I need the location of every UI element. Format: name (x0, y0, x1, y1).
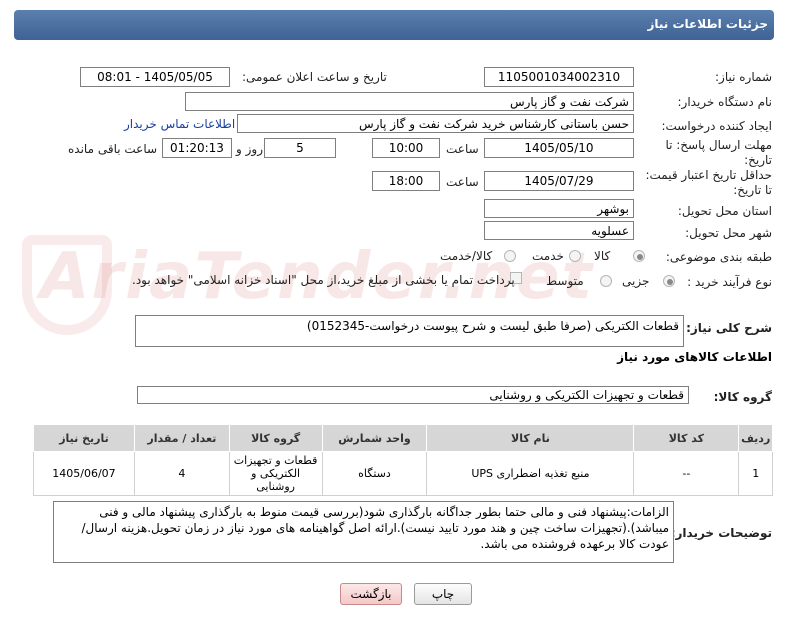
process-radio-minor[interactable] (663, 275, 675, 287)
col-row: ردیف (738, 424, 773, 452)
need-number-field: 1105001034002310 (484, 67, 634, 87)
process-label: نوع فرآیند خرید : (687, 275, 772, 289)
goods-group-label: گروه کالا: (713, 390, 772, 404)
days-count-field: 5 (264, 138, 336, 158)
buyer-org-label: نام دستگاه خریدار: (677, 95, 773, 109)
province-field: بوشهر (484, 199, 634, 218)
treasury-payment-note: پرداخت تمام یا بخشی از مبلغ خرید،از محل … (132, 273, 515, 287)
requester-field: حسن باستانی کارشناس خرید شرکت نفت و گاز … (237, 114, 634, 133)
category-radio-service[interactable] (569, 250, 581, 262)
validity-label: حداقل تاریخ اعتبار قیمت: (645, 168, 772, 182)
province-label: استان محل تحویل: (677, 204, 772, 218)
remaining-time-field: 01:20:13 (162, 138, 232, 158)
goods-group-field: قطعات و تجهیزات الکتریکی و روشنایی (137, 386, 689, 404)
category-radio-goods[interactable] (633, 250, 645, 262)
validity-time-field: 18:00 (372, 171, 440, 191)
need-number-label: شماره نیاز: (715, 70, 772, 84)
city-label: شهر محل تحویل: (685, 226, 772, 240)
process-option-medium: متوسط (546, 274, 584, 288)
cell-group: قطعات و تجهیزات الکتریکی و روشنایی (228, 451, 323, 496)
col-name: نام کالا (426, 424, 635, 452)
category-option-goods: کالا (594, 249, 611, 263)
days-label: روز و (236, 142, 263, 156)
category-option-service: خدمت (532, 249, 564, 263)
deadline-time-field: 10:00 (372, 138, 440, 158)
cell-qty: 4 (133, 451, 230, 496)
requester-label: ایجاد کننده درخواست: (661, 119, 772, 133)
cell-row: 1 (738, 451, 773, 496)
deadline-date-field: 1405/05/10 (484, 138, 634, 158)
announce-label: تاریخ و ساعت اعلان عمومی: (242, 70, 387, 84)
category-option-goods-service: کالا/خدمت (440, 249, 493, 263)
remaining-label: ساعت باقی مانده (68, 142, 158, 156)
page-title: جزئیات اطلاعات نیاز (647, 17, 768, 31)
col-qty: تعداد / مقدار (133, 424, 230, 452)
table-header-row: ردیف کد کالا نام کالا واحد شمارش گروه کا… (33, 424, 773, 452)
cell-code: -- (633, 451, 740, 496)
items-table: ردیف کد کالا نام کالا واحد شمارش گروه کا… (33, 424, 773, 496)
description-label: شرح کلی نیاز: (686, 321, 772, 335)
deadline-time-label: ساعت (446, 142, 479, 156)
cell-unit: دستگاه (321, 451, 428, 496)
cell-name: منبع تغذیه اضطراری UPS (426, 451, 635, 496)
back-button[interactable]: بازگشت (340, 583, 402, 605)
col-group: گروه کالا (228, 424, 323, 452)
deadline-label: مهلت ارسال پاسخ: تا (665, 138, 772, 152)
category-label: طبقه بندی موضوعی: (665, 250, 772, 264)
validity-label-2: تا تاریخ: (733, 183, 772, 197)
buyer-contact-link[interactable]: اطلاعات تماس خریدار (124, 117, 235, 131)
header-bar: جزئیات اطلاعات نیاز (0, 0, 788, 46)
col-unit: واحد شمارش (321, 424, 428, 452)
goods-section-title: اطلاعات کالاهای مورد نیاز (617, 350, 772, 364)
deadline-label-2: تاریخ: (744, 153, 772, 167)
category-radio-goods-service[interactable] (504, 250, 516, 262)
buyer-notes-field: الزامات:پیشنهاد فنی و مالی حتما بطور جدا… (53, 501, 674, 563)
cell-date: 1405/06/07 (33, 451, 135, 496)
process-radio-medium[interactable] (600, 275, 612, 287)
announce-field: 1405/05/05 - 08:01 (80, 67, 230, 87)
validity-date-field: 1405/07/29 (484, 171, 634, 191)
print-button[interactable]: چاپ (414, 583, 472, 605)
description-field: قطعات الکتریکی (صرفا طبق لیست و شرح پیوس… (135, 315, 684, 347)
buyer-org-field: شرکت نفت و گاز پارس (185, 92, 634, 111)
col-code: کد کالا (633, 424, 740, 452)
buyer-notes-label: توضیحات خریدار: (670, 526, 772, 540)
col-date: تاریخ نیاز (33, 424, 135, 452)
city-field: عسلویه (484, 221, 634, 240)
process-option-minor: جزیی (622, 274, 650, 288)
table-row: 1 -- منبع تغذیه اضطراری UPS دستگاه قطعات… (33, 451, 773, 496)
validity-time-label: ساعت (446, 175, 479, 189)
